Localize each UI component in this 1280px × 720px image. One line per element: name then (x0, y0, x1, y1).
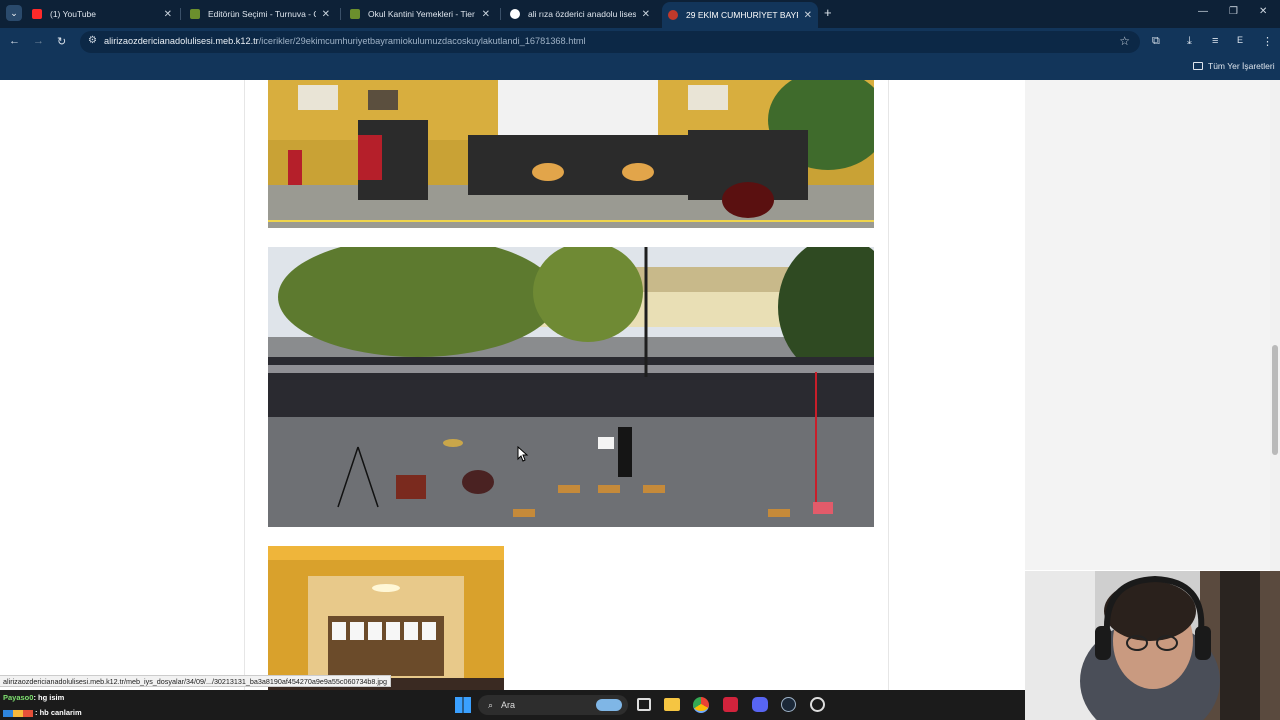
taskbar-search-label: Ara (501, 700, 516, 710)
bookmarks-bar: Tüm Yer İşaretleri (0, 56, 1280, 80)
mouse-cursor-icon (517, 446, 529, 462)
tab-label: Editörün Seçimi - Turnuva - Qu (208, 9, 316, 19)
tab-search-icon[interactable]: ⌄ (6, 5, 22, 21)
tab-label: (1) YouTube (50, 9, 96, 19)
tab-label: Okul Kantini Yemekleri - Tier Li (368, 9, 476, 19)
task-view-icon[interactable] (637, 698, 651, 711)
bookmark-star-icon[interactable]: ☆ (1119, 34, 1130, 48)
windows-start-icon[interactable] (455, 697, 471, 713)
right-side-panel (1025, 80, 1270, 570)
webcam-overlay (1025, 571, 1280, 720)
tab-strip: ⌄ (1) YouTube ✕ Editörün Seçimi - Turnuv… (0, 0, 1280, 28)
profile-icon[interactable]: E (1237, 35, 1243, 45)
close-icon[interactable]: ✕ (804, 10, 812, 21)
google-icon (510, 9, 520, 19)
chat-message: : hb canlarim (35, 708, 82, 717)
gallery-photo-schoolyard[interactable] (268, 247, 874, 527)
page-favicon-icon (350, 9, 360, 19)
extensions-icon[interactable]: ⧉ (1152, 35, 1160, 48)
chat-badges-icon (3, 709, 33, 717)
tab-tier-list[interactable]: Okul Kantini Yemekleri - Tier Li ✕ (344, 4, 496, 24)
close-icon[interactable]: ✕ (642, 9, 650, 20)
tab-google-search[interactable]: ali rıza özderici anadolu lisesi - ✕ (504, 4, 656, 24)
chat-line: : hb canlarim (3, 708, 82, 717)
tab-youtube[interactable]: (1) YouTube ✕ (26, 4, 178, 24)
tab-label: 29 EKİM CUMHURİYET BAYRAM (686, 10, 798, 20)
taskbar-search-box[interactable]: ⌕ Ara (478, 695, 628, 715)
address-bar[interactable]: ⚙ alirizaozdericianadolulisesi.meb.k12.t… (80, 31, 1140, 53)
menu-icon[interactable]: ⋮ (1262, 35, 1273, 48)
close-icon[interactable]: ✕ (482, 9, 490, 20)
all-bookmarks-label: Tüm Yer İşaretleri (1208, 61, 1275, 71)
chrome-icon[interactable] (693, 697, 709, 713)
file-explorer-icon[interactable] (664, 698, 680, 711)
steam-icon[interactable] (781, 697, 796, 712)
chat-line: Payaso0: hg isim (3, 693, 64, 702)
discord-icon[interactable] (752, 697, 768, 712)
page-favicon-icon (190, 9, 200, 19)
chat-username: Payaso0 (3, 693, 34, 702)
close-icon[interactable]: ✕ (322, 9, 330, 20)
tab-turnuva[interactable]: Editörün Seçimi - Turnuva - Qu ✕ (184, 4, 336, 24)
tab-active-29-ekim[interactable]: 29 EKİM CUMHURİYET BAYRAM ✕ (662, 2, 818, 28)
page-favicon-icon (668, 10, 678, 20)
close-window-icon[interactable]: ✕ (1259, 6, 1267, 17)
folder-icon (1193, 62, 1203, 70)
tab-label: ali rıza özderici anadolu lisesi - (528, 9, 636, 19)
restore-icon[interactable]: ❐ (1229, 6, 1238, 17)
new-tab-button[interactable]: + (824, 5, 832, 20)
url-text: alirizaozdericianadolulisesi.meb.k12.tr/… (104, 36, 586, 46)
youtube-icon (32, 9, 42, 19)
all-bookmarks-button[interactable]: Tüm Yer İşaretleri (1193, 61, 1275, 71)
gallery-photo-entrance[interactable] (268, 546, 504, 690)
media-control-icon[interactable]: ≡ (1212, 35, 1218, 47)
site-info-icon[interactable]: ⚙ (88, 35, 97, 46)
back-icon[interactable]: ← (9, 35, 20, 47)
scrollbar-thumb[interactable] (1272, 345, 1278, 455)
minimize-icon[interactable]: — (1198, 6, 1208, 17)
reload-icon[interactable]: ↻ (57, 35, 66, 48)
forward-icon[interactable]: → (33, 35, 44, 47)
close-icon[interactable]: ✕ (164, 9, 172, 20)
link-status-bubble: alirizaozdericianadolulisesi.meb.k12.tr/… (0, 675, 392, 687)
obs-icon[interactable] (810, 697, 825, 712)
app-icon[interactable] (723, 697, 738, 712)
chat-message: : hg isim (33, 693, 65, 702)
download-icon[interactable]: ⤓ (1187, 35, 1192, 48)
search-highlight-icon (596, 699, 622, 711)
search-icon: ⌕ (488, 699, 494, 710)
gallery-photo-choir[interactable] (268, 80, 874, 228)
